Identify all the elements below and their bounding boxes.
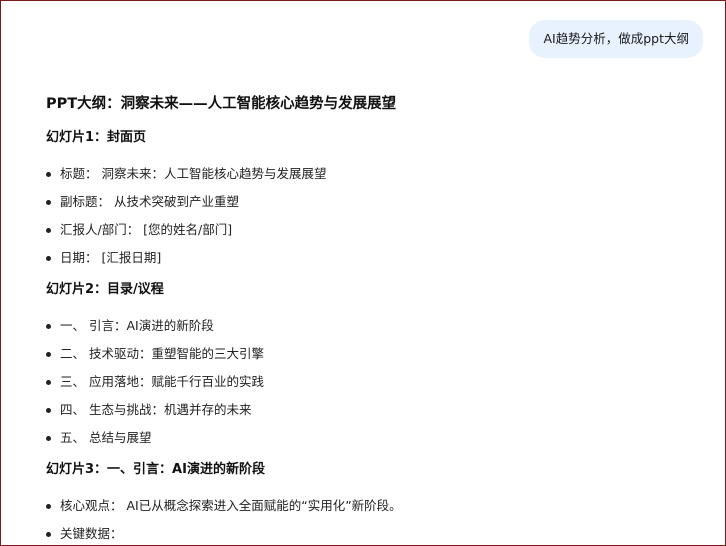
user-message-bubble[interactable]: AI趋势分析，做成ppt大纲 xyxy=(529,20,703,58)
list-item: 关键数据： xyxy=(46,524,686,544)
list-item: 汇报人/部门： [您的姓名/部门] xyxy=(46,220,686,240)
slide-3-heading: 幻灯片3：一、引言：AI演进的新阶段 xyxy=(46,462,265,477)
list-item: 日期： [汇报日期] xyxy=(46,248,686,268)
list-item: 副标题： 从技术突破到产业重塑 xyxy=(46,192,686,212)
list-item: 二、 技术驱动：重塑智能的三大引擎 xyxy=(46,344,686,364)
list-item: 核心观点： AI已从概念探索进入全面赋能的“实用化”新阶段。 xyxy=(46,496,686,516)
list-item: 一、 引言：AI演进的新阶段 xyxy=(46,316,686,336)
list-item: 四、 生态与挑战：机遇并存的未来 xyxy=(46,400,686,420)
list-item: 三、 应用落地：赋能千行百业的实践 xyxy=(46,372,686,392)
slide-1-heading: 幻灯片1：封面页 xyxy=(46,130,147,145)
outline-title: PPT大纲：洞察未来——人工智能核心趋势与发展展望 xyxy=(46,96,397,112)
assistant-answer: PPT大纲：洞察未来——人工智能核心趋势与发展展望 幻灯片1：封面页 标题： 洞… xyxy=(46,93,686,544)
list-item: 五、 总结与展望 xyxy=(46,428,686,448)
list-item: 标题： 洞察未来：人工智能核心趋势与发展展望 xyxy=(46,164,686,184)
slide-2-heading: 幻灯片2：目录/议程 xyxy=(46,282,164,297)
chat-window: AI趋势分析，做成ppt大纲 PPT大纲：洞察未来——人工智能核心趋势与发展展望… xyxy=(0,0,726,546)
